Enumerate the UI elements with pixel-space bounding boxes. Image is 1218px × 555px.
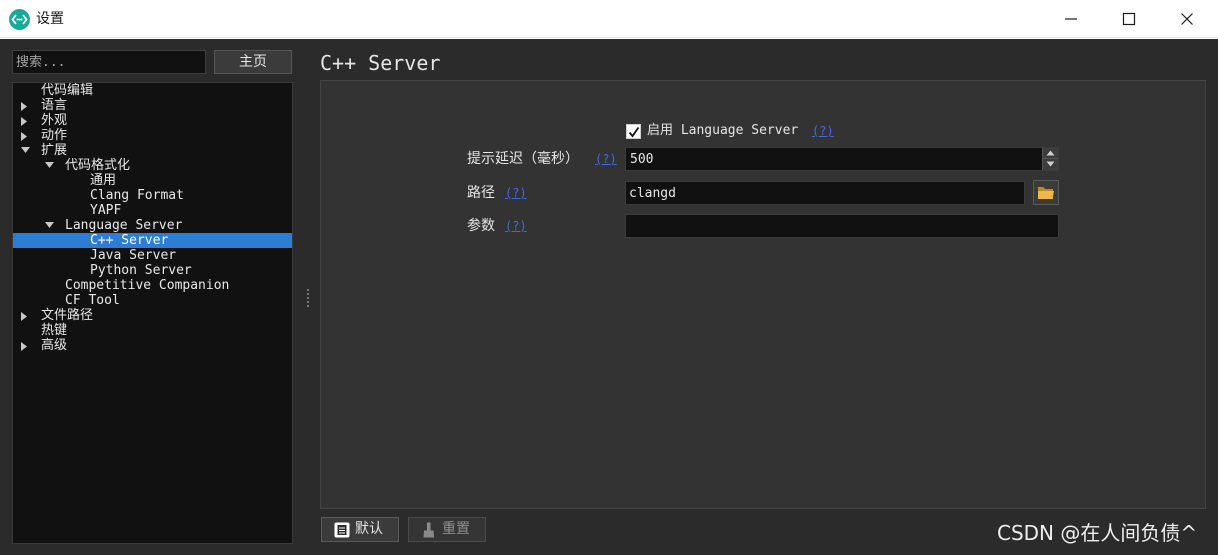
tree-item-label: 代码格式化 [65,158,131,173]
enable-help-link[interactable]: (?) [812,121,834,141]
watermark: CSDN @在人间负债^ [997,521,1198,545]
tree-item[interactable]: CF Tool [13,293,292,308]
tree-item-label: Language Server [65,218,183,233]
maximize-icon [1122,12,1136,26]
tree-item-label: C++ Server [90,233,169,248]
settings-tree[interactable]: 代码编辑 语言 外观 动作 扩展 代码格式化 通用 Clang Format YAPF Langu… [12,82,293,544]
tree-item-label: 扩展 [41,143,68,158]
chevron-down-icon[interactable] [19,143,31,158]
tree-item-label: YAPF [90,203,122,218]
tree-item-label: Java Server [90,248,177,263]
chevron-down-icon[interactable] [43,218,55,233]
document-icon [334,522,350,538]
folder-icon [1038,187,1054,199]
tree-item-label: Clang Format [90,188,184,203]
broom-icon [423,522,434,538]
tree-item[interactable]: Clang Format [13,188,292,203]
tree-item[interactable]: 语言 [13,98,292,113]
chevron-down-icon[interactable] [43,158,55,173]
enable-checkbox[interactable] [626,124,641,139]
home-button[interactable]: 主页 [214,50,292,74]
chevron-right-icon[interactable] [19,128,31,143]
path-help-link[interactable]: (?) [505,183,527,203]
tree-item-label: 外观 [41,113,68,128]
tree-item[interactable]: Competitive Companion [13,278,292,293]
path-input[interactable] [625,181,1025,205]
tree-item[interactable]: C++ Server [13,233,292,248]
tree-item[interactable]: YAPF [13,203,292,218]
tree-item[interactable]: Java Server [13,248,292,263]
close-icon [1181,13,1193,25]
reset-button[interactable]: 重置 [408,517,486,542]
chevron-right-icon[interactable] [19,113,31,128]
chevron-right-icon[interactable] [19,338,31,353]
window-title: 设置 [36,11,64,27]
tree-item[interactable]: 热键 [13,323,292,338]
args-help-link[interactable]: (?) [505,216,527,236]
page-title: C++ Server [320,51,441,75]
tree-item-label: Competitive Companion [65,278,230,293]
spin-down-button[interactable] [1043,159,1058,170]
splitter-handle[interactable] [307,289,309,307]
minimize-button[interactable] [1042,0,1100,38]
args-label: 参数 [467,218,495,234]
checkmark-icon [628,126,640,138]
search-input[interactable] [12,50,206,74]
args-input[interactable] [625,214,1059,238]
maximize-button[interactable] [1100,0,1158,38]
tree-item-label: 文件路径 [41,308,94,323]
tree-item-label: 通用 [90,173,117,188]
enable-label: 启用 Language Server [647,123,799,138]
spin-arrows [1042,148,1058,170]
arrow-down-icon [1046,161,1055,167]
tree-item[interactable]: 外观 [13,113,292,128]
delay-spinbox[interactable] [625,147,1059,171]
delay-label: 提示延迟（毫秒） [467,151,579,167]
chevron-right-icon[interactable] [19,308,31,323]
path-label: 路径 [467,185,495,201]
settings-body: 主页 代码编辑语言外观动作扩展代码格式化通用Clang FormatYAPFLa… [0,39,1218,555]
tree-item[interactable]: 扩展 [13,143,292,158]
tree-item[interactable]: 高级 [13,338,292,353]
default-button[interactable]: 默认 [321,517,399,542]
delay-input[interactable] [626,148,1038,170]
minimize-icon [1065,18,1077,20]
default-button-label: 默认 [355,521,383,537]
tree-item-label: 代码编辑 [41,83,94,98]
tree-item-label: 语言 [41,98,68,113]
tree-item[interactable]: Python Server [13,263,292,278]
tree-item[interactable]: Language Server [13,218,292,233]
tree-item-label: 热键 [41,323,68,338]
tree-item[interactable]: 动作 [13,128,292,143]
chevron-right-icon[interactable] [19,98,31,113]
tree-item[interactable]: 代码格式化 [13,158,292,173]
tree-item-label: 动作 [41,128,68,143]
tree-item[interactable]: 代码编辑 [13,83,292,98]
delay-help-link[interactable]: (?) [595,149,617,169]
tree-item-label: Python Server [90,263,192,278]
arrow-up-icon [1046,150,1055,156]
close-button[interactable] [1158,0,1216,38]
tree-item-label: CF Tool [65,293,120,308]
title-bar: 设置 [0,0,1218,38]
code-brackets-icon [9,9,30,30]
settings-panel: 启用 Language Server (?) 提示延迟（毫秒） (?) 路径 (… [320,80,1206,509]
reset-button-label: 重置 [442,521,470,537]
tree-item-label: 高级 [41,338,68,353]
tree-item[interactable]: 通用 [13,173,292,188]
spin-up-button[interactable] [1043,148,1058,159]
tree-item[interactable]: 文件路径 [13,308,292,323]
browse-button[interactable] [1033,180,1059,205]
